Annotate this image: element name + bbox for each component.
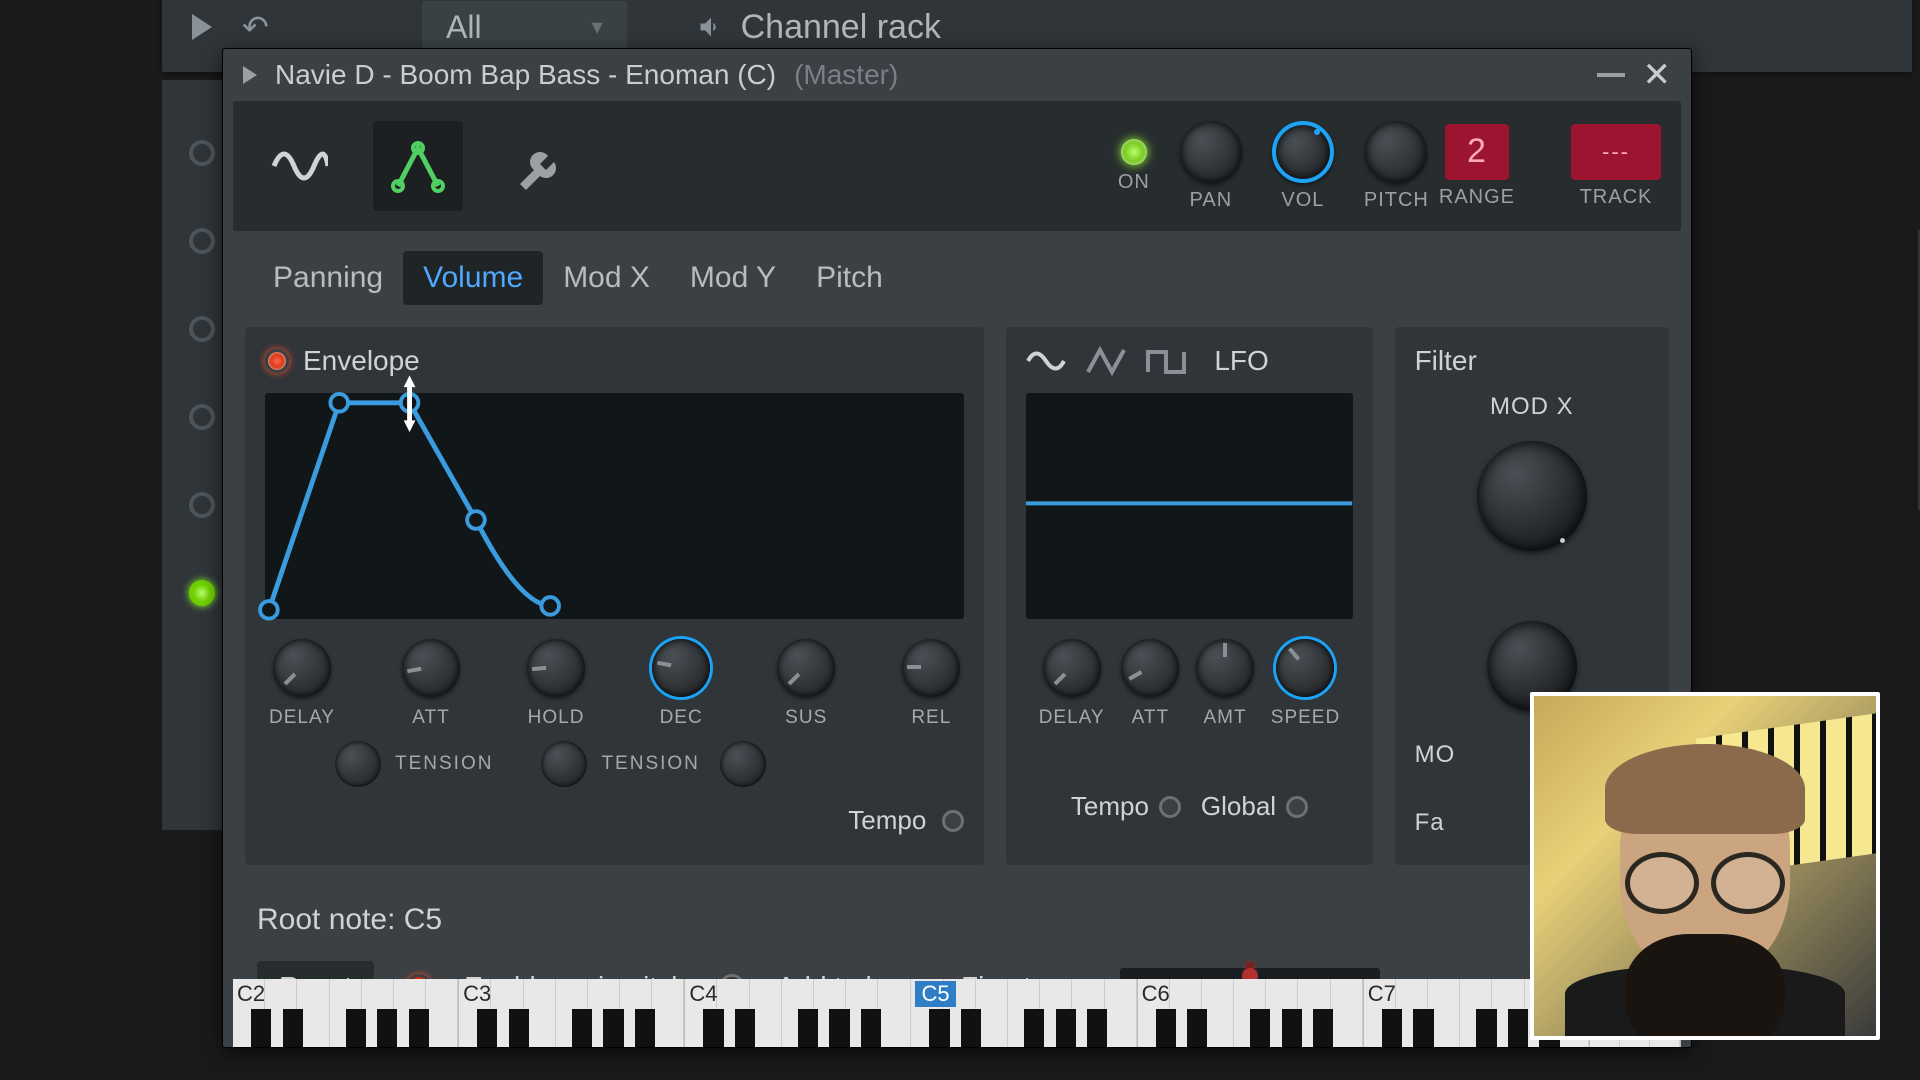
pitch-knob[interactable]: PITCH bbox=[1364, 121, 1429, 212]
speaker-icon bbox=[697, 13, 725, 41]
env-att-knob[interactable]: ATT bbox=[402, 639, 460, 729]
plugin-menu-icon[interactable] bbox=[243, 66, 257, 84]
lfo-tri-icon[interactable] bbox=[1086, 346, 1126, 376]
channel-filter-label: All bbox=[446, 9, 482, 46]
tab-pitch[interactable]: Pitch bbox=[796, 251, 903, 305]
piano-octave[interactable]: C3 bbox=[459, 979, 685, 1047]
tab-volume[interactable]: Volume bbox=[403, 251, 543, 305]
lfo-panel: LFO DELAY ATT AMT SPEED Tempo Global bbox=[1006, 327, 1372, 865]
envelope-target-tabs: Panning Volume Mod X Mod Y Pitch bbox=[223, 231, 1691, 315]
piano-keyboard[interactable]: C2C3C4C5C6C7 bbox=[233, 979, 1681, 1047]
lfo-global-toggle[interactable] bbox=[1286, 796, 1308, 818]
plugin-window: Navie D - Boom Bap Bass - Enoman (C) (Ma… bbox=[222, 48, 1692, 1048]
pitch-range[interactable]: 2 RANGE bbox=[1439, 124, 1515, 209]
env-dec-knob[interactable]: DEC bbox=[652, 639, 710, 729]
env-tempo-toggle[interactable] bbox=[942, 810, 964, 832]
env-hold-knob[interactable]: HOLD bbox=[527, 639, 585, 729]
att-tension-knob[interactable] bbox=[335, 741, 381, 787]
channel-dot-active[interactable] bbox=[189, 580, 215, 606]
tab-envelope-icon[interactable] bbox=[373, 121, 463, 211]
tab-sample-icon[interactable] bbox=[253, 121, 343, 211]
channel-dot[interactable] bbox=[189, 140, 215, 166]
envelope-title: Envelope bbox=[303, 345, 420, 377]
vol-knob[interactable]: VOL bbox=[1272, 121, 1334, 212]
env-rel-knob[interactable]: REL bbox=[902, 639, 960, 729]
piano-octave[interactable]: C5 bbox=[911, 979, 1137, 1047]
channel-filter-select[interactable]: All ▾ bbox=[422, 1, 627, 54]
tab-modx[interactable]: Mod X bbox=[543, 251, 670, 305]
plugin-header: ON PAN VOL PITCH 2 RANGE --- TRACK bbox=[233, 101, 1681, 231]
env-sus-knob[interactable]: SUS bbox=[777, 639, 835, 729]
play-icon[interactable] bbox=[192, 14, 212, 40]
channel-dot[interactable] bbox=[189, 492, 215, 518]
chevron-down-icon: ▾ bbox=[592, 14, 603, 40]
envelope-enable-led[interactable] bbox=[265, 349, 289, 373]
env-delay-knob[interactable]: DELAY bbox=[269, 639, 335, 729]
tab-misc-icon[interactable] bbox=[493, 121, 583, 211]
root-note-label[interactable]: Root note: C5 bbox=[257, 903, 1657, 937]
envelope-graph[interactable] bbox=[265, 393, 964, 619]
lfo-amt-knob[interactable]: AMT bbox=[1196, 639, 1254, 729]
filter-title: Filter bbox=[1415, 345, 1477, 377]
close-icon[interactable]: ✕ bbox=[1643, 55, 1672, 95]
plugin-title: Navie D - Boom Bap Bass - Enoman (C) bbox=[275, 59, 776, 91]
channel-on[interactable]: ON bbox=[1118, 139, 1150, 194]
webcam-overlay bbox=[1530, 692, 1880, 1040]
channel-rack-title: Channel rack bbox=[697, 8, 941, 47]
envelope-panel: Envelope bbox=[245, 327, 984, 865]
piano-octave[interactable]: C2 bbox=[233, 979, 459, 1047]
range-value: 2 bbox=[1445, 124, 1509, 180]
tab-panning[interactable]: Panning bbox=[253, 251, 403, 305]
led-on-icon bbox=[1121, 139, 1147, 165]
lfo-tempo-toggle[interactable] bbox=[1159, 796, 1181, 818]
lfo-speed-knob[interactable]: SPEED bbox=[1271, 639, 1340, 729]
track-value: --- bbox=[1571, 124, 1661, 180]
pan-knob[interactable]: PAN bbox=[1180, 121, 1242, 212]
channel-dot[interactable] bbox=[189, 404, 215, 430]
lfo-square-icon[interactable] bbox=[1146, 346, 1186, 376]
env-tempo-label: Tempo bbox=[848, 805, 926, 836]
filter-modx-knob[interactable] bbox=[1477, 441, 1587, 551]
tab-mody[interactable]: Mod Y bbox=[670, 251, 796, 305]
rel-tension-knob[interactable] bbox=[720, 741, 766, 787]
piano-octave[interactable]: C4 bbox=[685, 979, 911, 1047]
plugin-route: (Master) bbox=[794, 59, 898, 91]
piano-octave[interactable]: C6 bbox=[1138, 979, 1364, 1047]
lfo-title: LFO bbox=[1214, 345, 1268, 377]
lfo-att-knob[interactable]: ATT bbox=[1121, 639, 1179, 729]
track-route[interactable]: --- TRACK bbox=[1571, 124, 1661, 209]
titlebar[interactable]: Navie D - Boom Bap Bass - Enoman (C) (Ma… bbox=[223, 49, 1691, 101]
dec-tension-knob[interactable] bbox=[541, 741, 587, 787]
filter-modx-label: MOD X bbox=[1415, 393, 1649, 421]
lfo-graph[interactable] bbox=[1026, 393, 1352, 619]
channel-dot[interactable] bbox=[189, 316, 215, 342]
lfo-sine-icon[interactable] bbox=[1026, 346, 1066, 376]
lfo-delay-knob[interactable]: DELAY bbox=[1039, 639, 1105, 729]
minimize-icon[interactable] bbox=[1597, 73, 1625, 77]
undo-icon[interactable]: ↶ bbox=[242, 12, 272, 42]
channel-dot[interactable] bbox=[189, 228, 215, 254]
